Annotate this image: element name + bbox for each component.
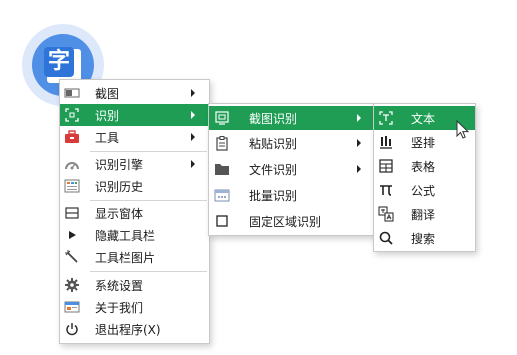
table-icon (378, 158, 394, 174)
chevron-right-icon (191, 111, 195, 119)
menu-item-hide-toolbar[interactable]: 隐藏工具栏 (60, 224, 209, 246)
desktop: 字 截图 识别 工具 识别引擎 识别历史 显示窗体 隐藏工具栏 工具栏图片 系统… (0, 0, 517, 355)
menu-item-file-recognize[interactable]: 文件识别 (209, 157, 374, 181)
chevron-right-icon (357, 139, 361, 147)
vertical-text-icon (378, 134, 394, 150)
chevron-right-icon (191, 89, 195, 97)
menu-item-about[interactable]: 关于我们 (60, 296, 209, 318)
scan-icon (64, 107, 80, 123)
folder-icon (214, 161, 230, 177)
magic-wand-icon (64, 249, 80, 265)
about-icon (64, 299, 80, 315)
menu-item-translate[interactable]: 翻译 (374, 202, 475, 226)
translate-icon (378, 206, 394, 222)
gear-icon (64, 277, 80, 293)
menu-item-settings[interactable]: 系统设置 (60, 274, 209, 296)
tray-context-menu: 截图 识别 工具 识别引擎 识别历史 显示窗体 隐藏工具栏 工具栏图片 系统设置… (59, 79, 210, 344)
clipboard-icon (214, 135, 230, 151)
engine-icon (64, 156, 80, 172)
chevron-right-icon (357, 165, 361, 173)
menu-item-toolbar-image[interactable]: 工具栏图片 (60, 246, 209, 268)
pi-icon (378, 182, 394, 198)
menu-item-engine[interactable]: 识别引擎 (60, 153, 209, 175)
screenshot-icon (64, 85, 80, 101)
menu-item-batch-recognize[interactable]: 批量识别 (209, 183, 374, 207)
menu-item-fixed-area-recognize[interactable]: 固定区域识别 (209, 209, 374, 233)
menu-item-table[interactable]: 表格 (374, 154, 475, 178)
window-icon (64, 205, 80, 221)
history-icon (64, 178, 80, 194)
chevron-right-icon (191, 133, 195, 141)
menu-item-formula[interactable]: 公式 (374, 178, 475, 202)
square-icon (214, 213, 230, 229)
power-icon (64, 321, 80, 337)
menu-item-screenshot[interactable]: 截图 (60, 82, 209, 104)
menu-separator (90, 200, 207, 201)
screenshot-scan-icon (214, 110, 230, 126)
menu-separator (90, 151, 207, 152)
menu-item-exit[interactable]: 退出程序(X) (60, 318, 209, 340)
menu-item-show-window[interactable]: 显示窗体 (60, 202, 209, 224)
batch-icon (214, 187, 230, 203)
toolbox-icon (64, 129, 80, 145)
menu-item-tools[interactable]: 工具 (60, 126, 209, 148)
menu-item-history[interactable]: 识别历史 (60, 175, 209, 197)
text-scan-icon (378, 110, 394, 126)
mouse-cursor-icon (456, 120, 470, 139)
chevron-right-icon (191, 160, 195, 168)
menu-item-screenshot-recognize[interactable]: 截图识别 (209, 106, 374, 130)
recognize-submenu: 截图识别 粘贴识别 文件识别 批量识别 固定区域识别 (208, 103, 375, 236)
menu-separator (90, 271, 207, 272)
menu-item-recognize[interactable]: 识别 (60, 104, 209, 126)
menu-item-search[interactable]: 搜索 (374, 226, 475, 250)
search-icon (378, 230, 394, 246)
play-icon (64, 227, 80, 243)
chevron-right-icon (357, 114, 361, 122)
menu-item-paste-recognize[interactable]: 粘贴识别 (209, 131, 374, 155)
